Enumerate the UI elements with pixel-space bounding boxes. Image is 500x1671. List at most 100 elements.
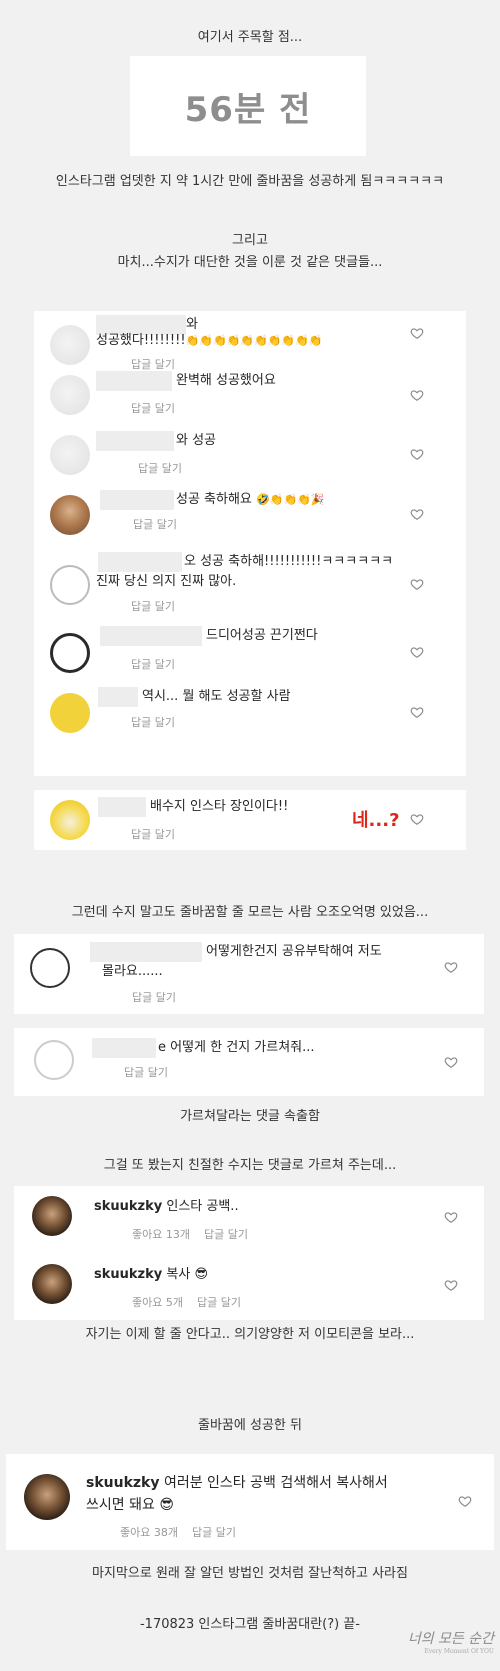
comment-text: 완벽해 성공했어요 [176,373,276,388]
heart-outline-icon[interactable] [444,1055,458,1069]
censored-username [100,490,174,510]
caption-teaching: 그걸 또 봤는지 친절한 수지는 댓글로 가르쳐 주는데... [103,1158,397,1173]
celebration-emoji-icon: 🤣👏👏👏🎉 [256,493,325,506]
sunglasses-emoji-icon: 😎 [194,1267,208,1282]
comment-text: 드디어성공 끈기쩐다 [206,628,318,643]
timestamp-box: 56분 전 [130,56,366,156]
comment-text: 어떻게한건지 공유부탁해여 저도 [206,944,382,959]
comment-text: 와 성공 [176,433,217,448]
likes-count[interactable]: 좋아요 13개 [132,1228,190,1241]
censored-username [96,371,172,391]
reply-button[interactable]: 답글 달기 [138,460,182,476]
likes-count[interactable]: 좋아요 5개 [132,1296,183,1309]
comment-text: e 어떻게 한 건지 가르쳐줘... [158,1040,315,1055]
avatar[interactable] [50,693,90,733]
comment-meta: 좋아요 38개 답글 달기 [120,1524,236,1540]
caption-after-success: 줄바꿈에 성공한 뒤 [198,1418,302,1433]
caption-line-break: 인스타그램 업뎃한 지 약 1시간 만에 줄바꿈을 성공하게 됨ㅋㅋㅋㅋㅋㅋ [55,174,445,189]
reply-button[interactable]: 답글 달기 [133,516,177,532]
comment-text: 성공 축하해요 🤣👏👏👏🎉 [176,492,325,507]
username[interactable]: skuukzky [94,1267,162,1282]
avatar[interactable] [32,1264,72,1304]
reply-button[interactable]: 답글 달기 [197,1296,241,1309]
censored-username [92,1038,156,1058]
comment-row: 성공 축하해요 🤣👏👏👏🎉 답글 달기 [34,487,466,549]
caption-notice: 여기서 주목할 점... [197,30,303,45]
heart-outline-icon[interactable] [410,326,424,340]
heart-outline-icon[interactable] [410,812,424,826]
comments-panel-c1: 어떻게한건지 공유부탁해여 저도 몰라요...... 답글 달기 [14,934,484,1014]
heart-outline-icon[interactable] [410,705,424,719]
heart-outline-icon[interactable] [410,507,424,521]
heart-outline-icon[interactable] [410,577,424,591]
caption-others: 그런데 수지 말고도 줄바꿈할 줄 모르는 사람 오조오억명 있었음... [71,905,429,920]
caption-proud: 자기는 이제 할 줄 안다고.. 의기양양한 저 이모티콘을 보라... [85,1327,415,1342]
comments-panel-c2: e 어떻게 한 건지 가르쳐줘... 답글 달기 [14,1028,484,1096]
comment-text: skuukzky 인스타 공백.. [94,1199,239,1214]
avatar[interactable] [50,633,90,673]
heart-outline-icon[interactable] [410,645,424,659]
avatar[interactable] [32,1196,72,1236]
comment-text: 오 성공 축하해!!!!!!!!!!!ㅋㅋㅋㅋㅋㅋ [184,554,394,569]
avatar[interactable] [50,325,90,365]
comments-panel-d: skuukzky 인스타 공백.. 좋아요 13개 답글 달기 skuukzky… [14,1186,484,1320]
comment-text: 배수지 인스타 장인이다!! [150,799,289,814]
comment-text: 역시... 뭘 해도 성공할 사람 [142,689,291,704]
avatar[interactable] [50,565,90,605]
avatar[interactable] [50,495,90,535]
heart-outline-icon[interactable] [444,1210,458,1224]
heart-outline-icon[interactable] [458,1494,472,1508]
timestamp-text: 56분 전 [184,89,312,130]
watermark: 너의 모든 순간 Every Moment Of YOU [408,1628,494,1655]
reply-button[interactable]: 답글 달기 [131,400,175,416]
comment-text: skuukzky 복사 😎 [94,1267,208,1282]
reaction-annotation: 네...? [352,810,400,831]
comments-panel-b: 배수지 인스타 장인이다!! 네...? 답글 달기 [34,790,466,850]
reply-button[interactable]: 답글 달기 [131,826,175,842]
comment-text-line2: 진짜 당신 의지 진짜 많아. [96,574,237,589]
comment-meta: 좋아요 5개 답글 달기 [132,1294,241,1310]
censored-username [98,552,182,572]
avatar[interactable] [30,948,70,988]
comment-meta: 좋아요 13개 답글 달기 [132,1226,248,1242]
comment-row: 오 성공 축하해!!!!!!!!!!!ㅋㅋㅋㅋㅋㅋ 진짜 당신 의지 진짜 많아… [34,549,466,623]
censored-username [100,626,202,646]
reply-button[interactable]: 답글 달기 [124,1064,168,1080]
heart-outline-icon[interactable] [410,388,424,402]
heart-outline-icon[interactable] [444,1278,458,1292]
sunglasses-emoji-icon: 😎 [159,1497,174,1513]
reply-button[interactable]: 답글 달기 [192,1526,236,1539]
censored-username [90,942,202,962]
comment-row: 와 성공 답글 달기 [34,427,466,487]
avatar[interactable] [24,1474,70,1520]
reply-button[interactable]: 답글 달기 [131,656,175,672]
comment-text-line2: 성공했다!!!!!!!!👏👏👏👏👏👏👏👏👏👏 [96,333,323,348]
username[interactable]: skuukzky [94,1199,162,1214]
comment-text: skuukzky 여러분 인스타 공백 검색해서 복사해서 [86,1475,388,1491]
reply-button[interactable]: 답글 달기 [131,598,175,614]
avatar[interactable] [50,435,90,475]
caption-and: 그리고 [232,233,268,248]
watermark-sub: Every Moment Of YOU [424,1648,494,1655]
watermark-text: 너의 모든 순간 [407,1631,494,1647]
avatar[interactable] [34,1040,74,1080]
avatar[interactable] [50,800,90,840]
censored-username [98,687,138,707]
reply-button[interactable]: 답글 달기 [131,714,175,730]
comments-panel-a: 와 성공했다!!!!!!!!👏👏👏👏👏👏👏👏👏👏 답글 달기 완벽해 성공했어요… [34,311,466,776]
reply-button[interactable]: 답글 달기 [204,1228,248,1241]
reply-button[interactable]: 답글 달기 [132,989,176,1005]
censored-username [96,431,174,451]
caption-disappear: 마지막으로 원래 잘 알던 방법인 것처럼 잘난척하고 사라짐 [92,1566,408,1581]
comment-row: 완벽해 성공했어요 답글 달기 [34,367,466,427]
comment-text-line2: 몰라요...... [102,964,163,979]
likes-count[interactable]: 좋아요 38개 [120,1526,178,1539]
comments-panel-e: skuukzky 여러분 인스타 공백 검색해서 복사해서 쓰시면 돼요 😎 좋… [6,1454,494,1550]
avatar[interactable] [50,375,90,415]
heart-outline-icon[interactable] [444,960,458,974]
censored-username [98,797,146,817]
comment-text-line2: 쓰시면 돼요 😎 [86,1497,174,1513]
comment-row: skuukzky 복사 😎 좋아요 5개 답글 달기 [14,1254,484,1320]
heart-outline-icon[interactable] [410,447,424,461]
username[interactable]: skuukzky [86,1475,159,1491]
